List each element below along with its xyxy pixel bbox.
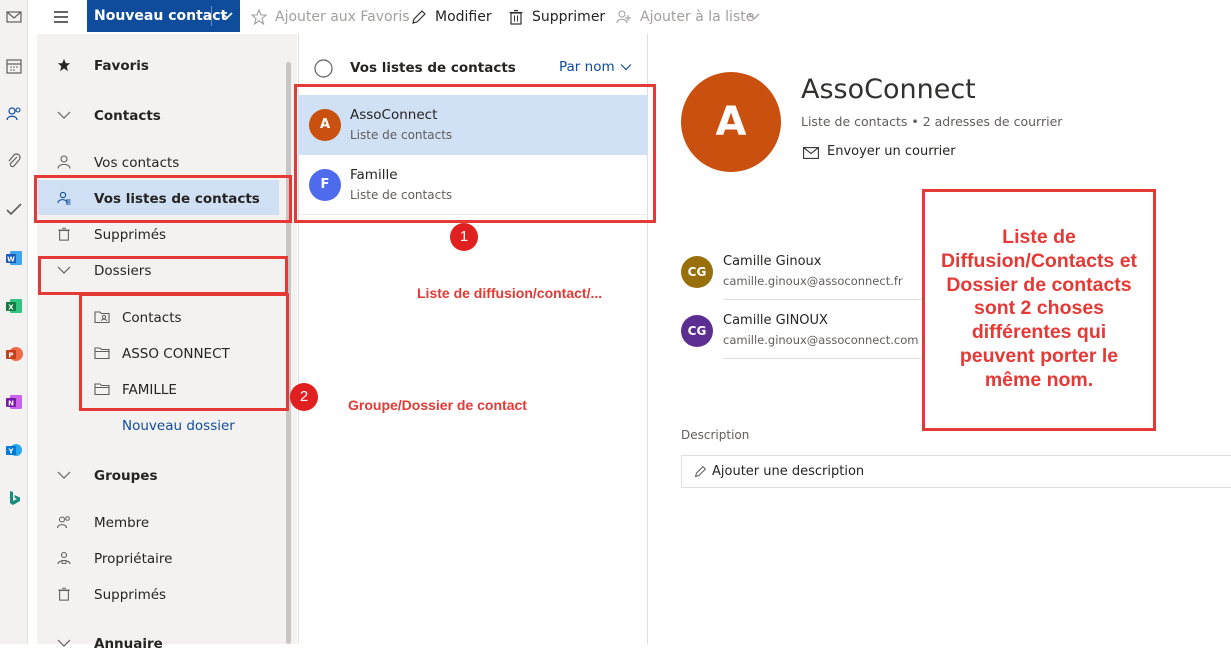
annotation-badge-1: 1 xyxy=(450,223,478,251)
onenote-icon[interactable]: N xyxy=(5,393,23,411)
new-folder-link[interactable]: Nouveau dossier xyxy=(122,414,235,438)
mail-icon xyxy=(803,147,819,159)
people-icon[interactable] xyxy=(5,105,23,123)
send-mail-label: Envoyer un courrier xyxy=(827,144,956,159)
annotation-note-line: sont 2 choses xyxy=(973,297,1105,320)
add-people-icon xyxy=(616,10,631,24)
nav-groups-deleted-label: Supprimés xyxy=(94,587,167,603)
trash-icon xyxy=(58,227,70,241)
nav-your-contacts-label: Vos contacts xyxy=(94,155,180,171)
nav-groups-header-label: Groupes xyxy=(94,468,158,484)
nav-owner-label: Propriétaire xyxy=(94,551,173,567)
annotation-note-line: même nom. xyxy=(984,368,1094,391)
app-rail: W X P N Y xyxy=(0,0,28,644)
group-owner-icon xyxy=(57,551,71,565)
annotation-badge-2: 2 xyxy=(290,383,318,411)
new-contact-label: Nouveau contact xyxy=(94,8,228,24)
add-description-field[interactable]: Ajouter une description xyxy=(681,455,1231,488)
annotation-note-line: Diffusion/Contacts et xyxy=(940,249,1138,272)
trash-icon xyxy=(509,9,523,25)
annotation-box-list xyxy=(294,84,656,223)
chevron-down-icon xyxy=(57,639,71,647)
todo-icon[interactable] xyxy=(5,200,23,218)
person-icon xyxy=(57,155,71,169)
svg-text:Y: Y xyxy=(7,448,14,456)
nav-deleted-label: Supprimés xyxy=(94,227,167,243)
avatar: CG xyxy=(681,256,713,288)
avatar: CG xyxy=(681,315,713,347)
annotation-note-line: peuvent porter le xyxy=(959,344,1119,367)
detail-title: AssoConnect xyxy=(801,74,976,105)
add-to-list-label: Ajouter à la liste xyxy=(640,9,755,25)
add-favorites-label: Ajouter aux Favoris xyxy=(275,9,410,25)
chevron-down-icon xyxy=(620,64,632,71)
delete-label: Supprimer xyxy=(532,9,606,25)
word-icon[interactable]: W xyxy=(5,249,23,267)
nav-member-label: Membre xyxy=(94,515,150,531)
pencil-icon xyxy=(694,465,707,478)
sort-label: Par nom xyxy=(559,59,615,75)
hamburger-menu-icon[interactable] xyxy=(53,10,69,24)
annotation-label-2: Groupe/Dossier de contact xyxy=(348,397,527,413)
star-icon xyxy=(251,9,267,25)
member-email: camille.ginoux@assoconnect.fr xyxy=(723,274,903,288)
chevron-down-icon[interactable] xyxy=(221,10,233,22)
yammer-icon[interactable]: Y xyxy=(5,441,23,459)
select-all-checkbox[interactable] xyxy=(314,59,333,78)
calendar-icon[interactable] xyxy=(5,57,23,75)
divider xyxy=(723,299,923,300)
chevron-down-icon xyxy=(57,471,71,479)
annotation-box-folders xyxy=(79,293,289,411)
annotation-note-line: différentes qui xyxy=(971,321,1107,344)
excel-icon[interactable]: X xyxy=(5,297,23,315)
nav-contacts-header-label: Contacts xyxy=(94,108,161,124)
pencil-icon xyxy=(412,10,426,24)
chevron-down-icon xyxy=(57,111,71,119)
detail-subtitle: Liste de contacts • 2 adresses de courri… xyxy=(801,114,1063,129)
button-separator xyxy=(211,6,212,26)
member-email: camille.ginoux@assoconnect.com xyxy=(723,333,919,347)
bing-icon[interactable] xyxy=(5,489,23,507)
description-label: Description xyxy=(681,428,750,442)
sort-dropdown[interactable]: Par nom xyxy=(559,59,632,75)
star-filled-icon xyxy=(57,58,71,72)
add-description-label: Ajouter une description xyxy=(712,464,865,479)
svg-text:X: X xyxy=(8,304,14,312)
annotation-note-text: Liste de Diffusion/Contacts et Dossier d… xyxy=(925,226,1153,393)
divider xyxy=(723,358,923,359)
mail-icon[interactable] xyxy=(5,8,23,26)
list-header-title: Vos listes de contacts xyxy=(350,60,516,76)
nav-favorites-label: Favoris xyxy=(94,58,149,74)
svg-text:P: P xyxy=(8,352,13,360)
nav-directory-header-label: Annuaire xyxy=(94,636,163,652)
powerpoint-icon[interactable]: P xyxy=(5,345,23,363)
group-member-icon xyxy=(57,516,70,529)
member-name: Camille GINOUX xyxy=(723,313,828,328)
trash-icon xyxy=(58,587,70,601)
annotation-note-line: Dossier de contacts xyxy=(946,273,1132,296)
svg-text:W: W xyxy=(7,256,15,264)
edit-label: Modifier xyxy=(435,9,492,25)
annotation-box-folders-header xyxy=(38,256,288,295)
annotation-note-line: Liste de xyxy=(1002,226,1076,248)
new-folder-label: Nouveau dossier xyxy=(122,418,235,434)
new-contact-button[interactable]: Nouveau contact xyxy=(87,0,240,32)
attachment-icon[interactable] xyxy=(5,152,23,170)
member-row[interactable]: CG Camille Ginoux camille.ginoux@assocon… xyxy=(681,254,921,300)
member-name: Camille Ginoux xyxy=(723,254,822,269)
annotation-label-1: Liste de diffusion/contact/... xyxy=(417,285,603,301)
member-row[interactable]: CG Camille GINOUX camille.ginoux@assocon… xyxy=(681,313,921,359)
chevron-down-icon xyxy=(748,13,760,20)
detail-avatar: A xyxy=(681,72,781,172)
annotation-box-contact-lists xyxy=(34,175,292,223)
svg-text:N: N xyxy=(8,400,14,408)
